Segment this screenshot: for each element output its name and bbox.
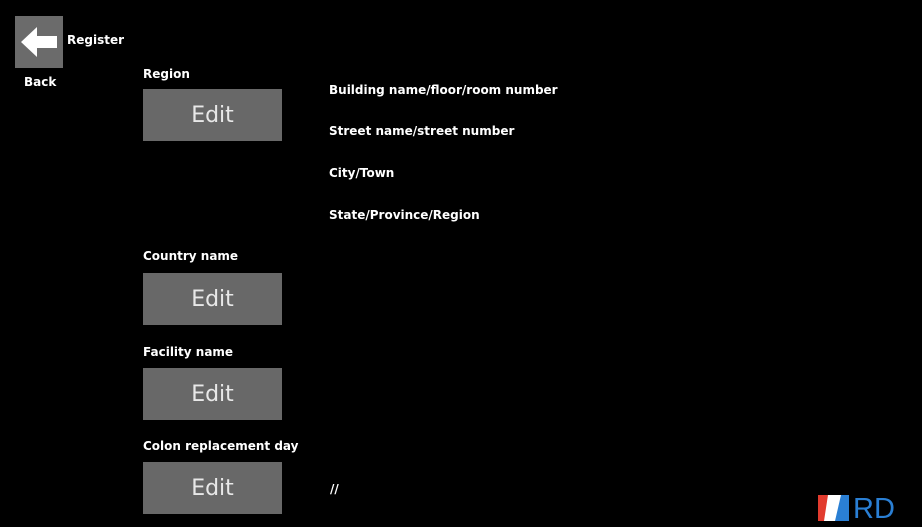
address-line-building: Building name/floor/room number bbox=[329, 83, 558, 97]
facility-name-label: Facility name bbox=[143, 345, 234, 359]
colon-replacement-day-value: // bbox=[330, 482, 339, 496]
brand-logo: RD bbox=[815, 485, 922, 527]
address-line-state: State/Province/Region bbox=[329, 208, 480, 222]
page-title: Register bbox=[67, 33, 125, 47]
region-edit-button[interactable]: Edit bbox=[143, 89, 282, 141]
logo-text: RD bbox=[853, 493, 895, 525]
country-name-label: Country name bbox=[143, 249, 239, 263]
address-line-city: City/Town bbox=[329, 166, 395, 180]
region-label: Region bbox=[143, 67, 190, 81]
address-line-street: Street name/street number bbox=[329, 124, 515, 138]
colon-replacement-day-edit-button[interactable]: Edit bbox=[143, 462, 282, 514]
arrow-left-icon bbox=[21, 27, 57, 57]
back-button[interactable] bbox=[15, 16, 63, 68]
facility-name-edit-button[interactable]: Edit bbox=[143, 368, 282, 420]
colon-replacement-day-label: Colon replacement day bbox=[143, 439, 299, 453]
back-label: Back bbox=[24, 75, 57, 89]
country-name-edit-button[interactable]: Edit bbox=[143, 273, 282, 325]
